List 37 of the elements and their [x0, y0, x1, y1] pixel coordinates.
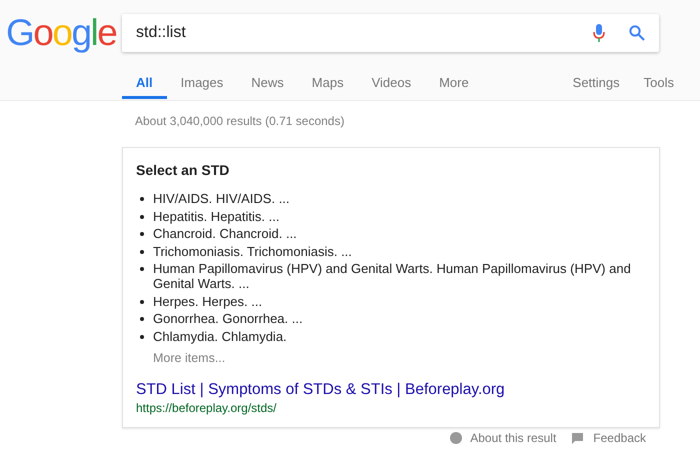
list-item: Trichomoniasis. Trichomoniasis. ... — [153, 244, 352, 258]
logo[interactable]: Google — [0, 14, 122, 52]
bullet-icon — [140, 232, 144, 236]
search-tab[interactable]: Maps — [298, 66, 358, 99]
bullet-icon — [140, 267, 144, 271]
list-item: HIV/AIDS. HIV/AIDS. ... — [153, 191, 290, 206]
search-tab[interactable]: Videos — [358, 66, 426, 99]
feedback-icon[interactable] — [572, 432, 584, 444]
list-item: Chancroid. Chancroid. ... — [153, 226, 297, 241]
bullet-icon — [140, 214, 144, 218]
bullet-icon — [140, 334, 144, 338]
result-url: https://beforeplay.org/stds/ — [136, 400, 278, 418]
search-tab[interactable]: More — [425, 66, 483, 99]
result-title-link[interactable]: STD List | Symptoms of STDs & STIs | Beforeplay.org — [136, 381, 646, 400]
feedback-link[interactable]: Feedback — [593, 431, 646, 446]
result-stats: About 3,040,000 results (0.71 seconds) — [135, 113, 346, 130]
list-item: Herpes. Herpes. ... — [153, 294, 262, 308]
bullet-icon — [140, 250, 144, 254]
snippet-heading: Select an STD — [136, 161, 230, 180]
more-items-link[interactable]: More items... — [153, 348, 646, 368]
search-tab[interactable]: All — [122, 66, 167, 99]
search-icon[interactable] — [629, 25, 645, 41]
search-tab[interactable]: Images — [166, 66, 238, 99]
about-result-link[interactable]: About this result — [470, 431, 556, 446]
bullet-icon — [140, 197, 144, 201]
search-field[interactable]: std::list — [122, 14, 659, 52]
bullet-icon — [140, 317, 144, 321]
tool-link[interactable]: Tools — [632, 66, 700, 99]
list-item: Human Papillomavirus (HPV) and Genital Warts. Human Papillomavirus (HPV) and Genital Warts. ... — [153, 261, 632, 291]
tool-link[interactable]: Settings — [560, 66, 632, 99]
bullet-icon — [140, 300, 144, 304]
search-tab[interactable]: News — [237, 66, 298, 99]
list-item: Gonorrhea. Gonorrhea. ... — [153, 311, 303, 326]
list-item: Chlamydia. Chlamydia. — [153, 328, 287, 344]
search-input[interactable]: std::list — [136, 21, 593, 45]
list-item: Hepatitis. Hepatitis. ... — [153, 208, 280, 224]
microphone-icon[interactable] — [593, 24, 605, 42]
